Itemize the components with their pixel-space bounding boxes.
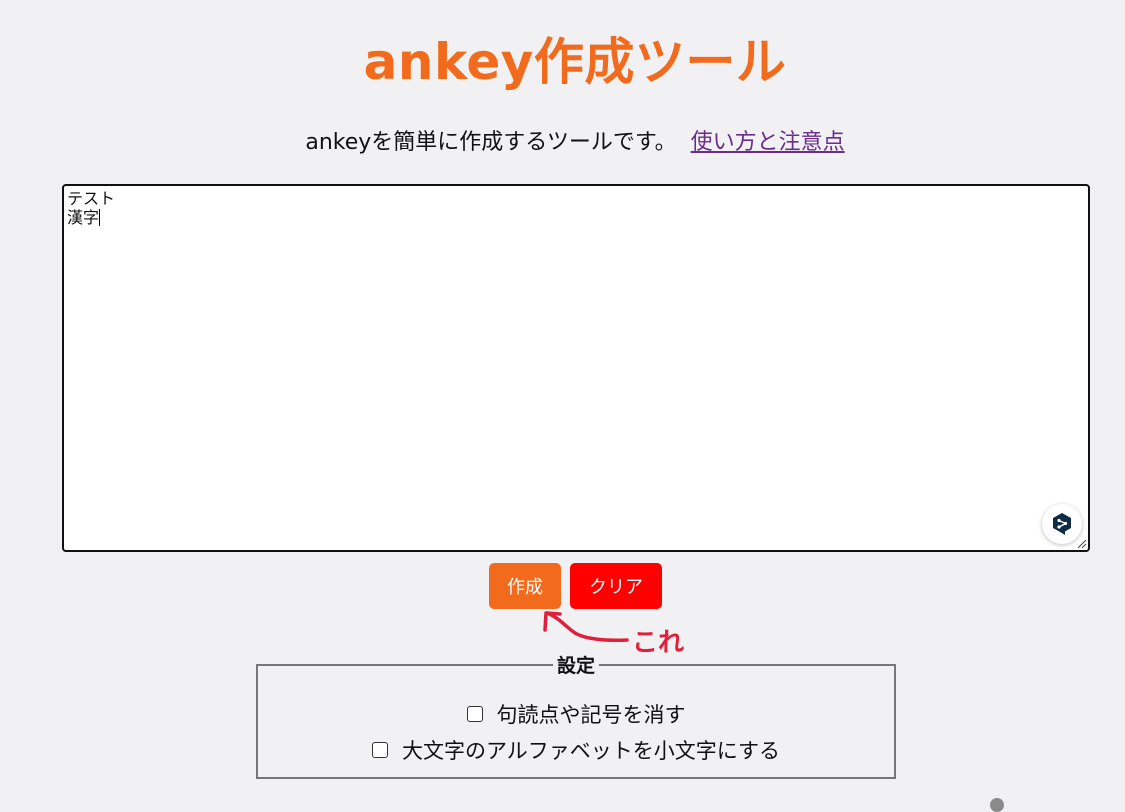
intro-text: ankeyを簡単に作成するツールです。 使い方と注意点 bbox=[0, 124, 1125, 156]
option-label[interactable]: 句読点や記号を消す bbox=[497, 699, 686, 729]
option-label[interactable]: 大文字のアルファベットを小文字にする bbox=[402, 735, 780, 765]
settings-panel: 設定 句読点や記号を消す 大文字のアルファベットを小文字にする bbox=[256, 651, 896, 779]
settings-legend: 設定 bbox=[556, 655, 595, 677]
clear-button[interactable]: クリア bbox=[570, 563, 662, 609]
option-remove-punctuation[interactable]: 句読点や記号を消す bbox=[258, 696, 894, 732]
option-lowercase[interactable]: 大文字のアルファベットを小文字にする bbox=[258, 732, 894, 768]
editor-line-2: 漢字 bbox=[67, 208, 100, 227]
lowercase-checkbox[interactable] bbox=[372, 742, 388, 758]
scroll-indicator[interactable] bbox=[990, 798, 1004, 812]
page-title: ankey作成ツール bbox=[363, 33, 787, 91]
editor-content[interactable]: テスト 漢字 bbox=[67, 189, 115, 227]
create-button[interactable]: 作成 bbox=[489, 563, 561, 609]
editor-line-1: テスト bbox=[67, 189, 116, 208]
intro-description: ankeyを簡単に作成するツールです。 bbox=[305, 130, 677, 155]
text-caret bbox=[99, 209, 101, 226]
remove-punctuation-checkbox[interactable] bbox=[466, 706, 483, 722]
help-link[interactable]: 使い方と注意点 bbox=[691, 130, 845, 155]
resize-grip-icon[interactable] bbox=[1075, 537, 1087, 549]
text-input-area[interactable]: テスト 漢字 bbox=[62, 184, 1090, 552]
